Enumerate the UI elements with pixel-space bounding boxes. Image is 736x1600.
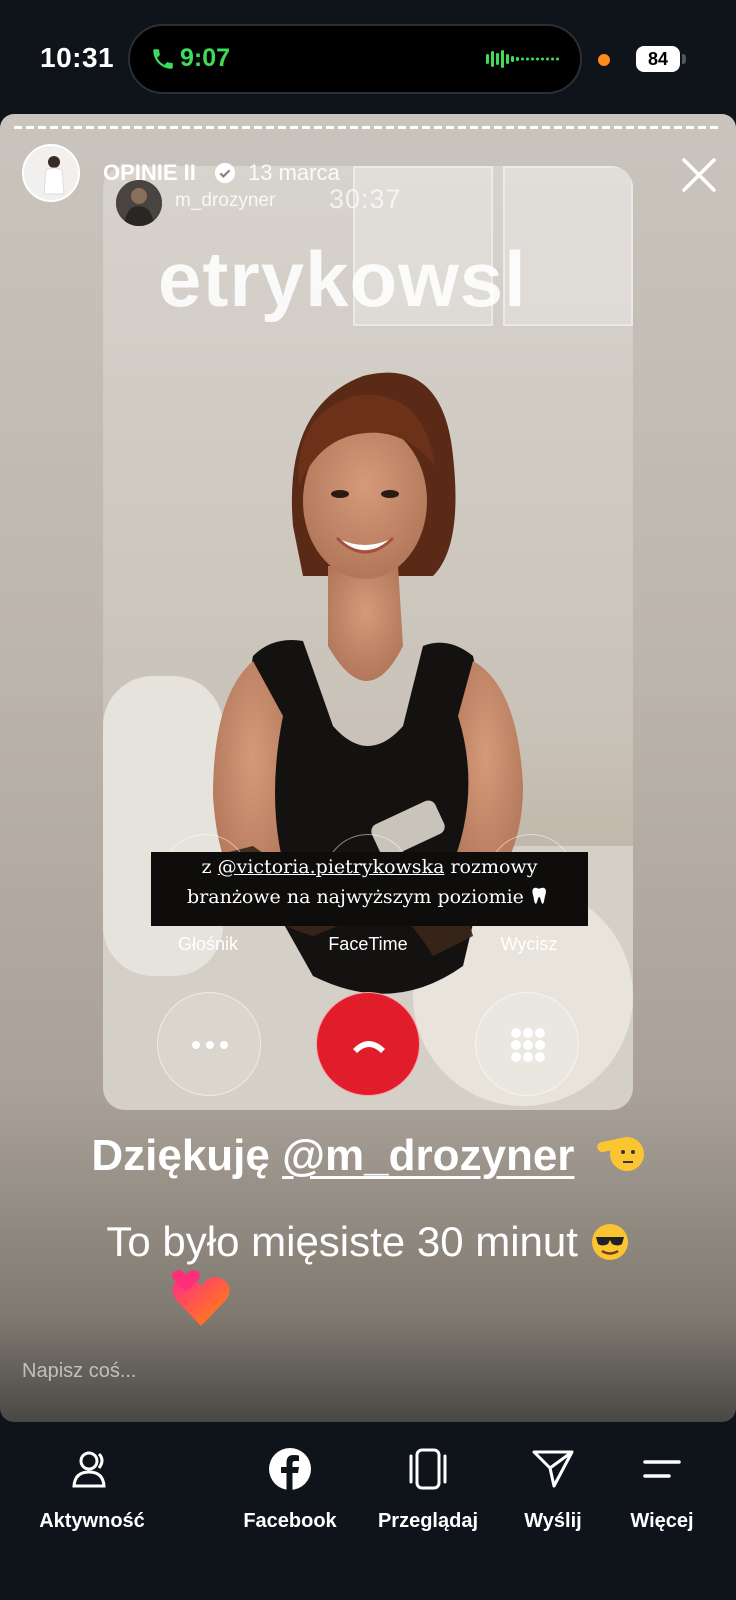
story-progress-bar: [14, 126, 722, 129]
inner-username: m_drozyner: [175, 190, 276, 211]
bottom-action-bar: Aktywność Facebook Przeglądaj Wyślij Wię…: [0, 1426, 736, 1600]
browse-icon: [409, 1448, 447, 1490]
second-line-content: To było mięsiste 30 minut: [106, 1218, 578, 1265]
facebook-label: Facebook: [243, 1510, 337, 1532]
send-label: Wyślij: [524, 1510, 582, 1532]
inner-avatar: [116, 180, 162, 226]
saluting-face-icon: [596, 1137, 644, 1171]
portrait-photo: [103, 372, 633, 1110]
tooth-icon: [532, 887, 546, 904]
story-caption-box: z @victoria.pietrykowska rozmowy branżow…: [151, 852, 588, 926]
caption-line-1: z @victoria.pietrykowska rozmowy: [151, 852, 588, 882]
ellipsis-icon: [192, 1041, 228, 1049]
hearts-sticker-icon: [172, 1270, 230, 1326]
more-icon: [643, 1460, 681, 1478]
caption-suffix: rozmowy: [444, 856, 538, 878]
caption-line-2-text: branżowe na najwyższym poziomie: [187, 886, 524, 908]
browse-button[interactable]: Przeglądaj: [368, 1446, 488, 1533]
verified-badge-icon: [214, 162, 236, 184]
activity-icon: [72, 1451, 106, 1488]
story-viewer[interactable]: etrykowsl m_drozyner 30:37 z @victoria.p…: [0, 114, 736, 1422]
more-label: Więcej: [630, 1510, 694, 1532]
sunglasses-face-icon: [591, 1224, 628, 1260]
status-bar: 10:31 9:07 84: [0, 0, 736, 112]
end-call-button: [316, 992, 420, 1096]
keypad-icon: [511, 1028, 545, 1062]
hang-up-icon: [353, 1041, 385, 1053]
second-line-text: To było mięsiste 30 minut: [0, 1218, 736, 1266]
caption-line-2: branżowe na najwyższym poziomie: [151, 882, 588, 912]
speaker-label: Głośnik: [177, 934, 239, 954]
keypad-button: [475, 992, 579, 1096]
caption-mention-link[interactable]: @victoria.pietrykowska: [218, 856, 445, 878]
thanks-mention-link[interactable]: @m_drozyner: [282, 1131, 574, 1180]
inner-call-timer: 30:37: [329, 184, 402, 214]
story-date: 13 marca: [248, 160, 340, 185]
battery-indicator: 84: [636, 46, 680, 72]
activity-button[interactable]: Aktywność: [32, 1446, 152, 1533]
facebook-button[interactable]: Facebook: [230, 1446, 350, 1533]
more-options-button: [157, 992, 261, 1096]
battery-tip: [682, 54, 686, 64]
story-username[interactable]: OPINIE II: [103, 160, 196, 186]
activity-label: Aktywność: [39, 1510, 145, 1532]
status-time: 10:31: [40, 42, 115, 73]
dynamic-island-call[interactable]: 9:07: [128, 24, 582, 94]
send-button[interactable]: Wyślij: [503, 1446, 603, 1533]
browse-label: Przeglądaj: [377, 1510, 479, 1532]
reply-input[interactable]: Napisz coś...: [22, 1360, 136, 1383]
call-duration: 9:07: [180, 44, 231, 72]
more-button[interactable]: Więcej: [612, 1446, 712, 1533]
audio-waveform-icon: [486, 50, 559, 68]
background-name-text: etrykowsl: [158, 235, 527, 323]
thanks-text: Dziękuję @m_drozyner: [0, 1130, 736, 1181]
send-icon: [532, 1450, 574, 1488]
facetime-label: FaceTime: [328, 934, 408, 954]
story-author-avatar[interactable]: [22, 144, 80, 202]
phone-icon: [153, 49, 173, 69]
story-media: etrykowsl m_drozyner 30:37 z @victoria.p…: [103, 166, 633, 1110]
privacy-indicator-dot: [598, 54, 610, 66]
mute-label: Wycisz: [500, 934, 558, 954]
thanks-prefix: Dziękuję: [91, 1131, 283, 1180]
close-icon[interactable]: [680, 156, 718, 194]
facebook-icon: [269, 1448, 311, 1490]
caption-prefix: z: [201, 856, 218, 878]
